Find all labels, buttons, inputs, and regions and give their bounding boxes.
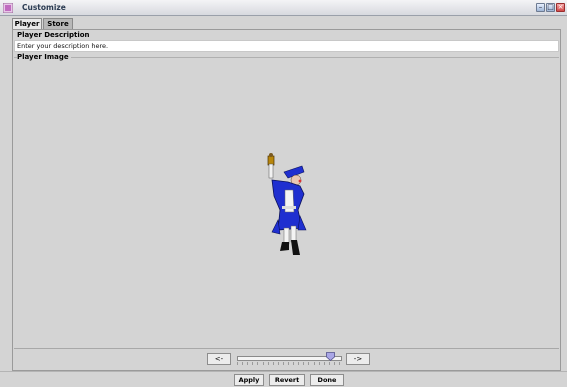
slider-ticks [237, 362, 340, 365]
slider-tick [293, 362, 294, 365]
slider-tick [278, 362, 279, 365]
image-slider[interactable] [237, 352, 342, 366]
previous-button[interactable]: <- [207, 353, 231, 365]
slider-tick [268, 362, 269, 365]
slider-tick [283, 362, 284, 365]
close-icon: × [557, 3, 564, 11]
maximize-icon: □ [547, 3, 554, 11]
window-title: Customize [22, 3, 66, 12]
slider-tick [324, 362, 325, 365]
tab-store[interactable]: Store [43, 18, 73, 29]
close-button[interactable]: × [556, 3, 565, 12]
tab-player[interactable]: Player [12, 18, 42, 29]
slider-thumb[interactable] [326, 352, 336, 361]
slider-tick [252, 362, 253, 365]
slider-tick [303, 362, 304, 365]
player-description-text: Enter your description here. [17, 42, 109, 50]
slider-tick [329, 362, 330, 365]
slider-tick [257, 362, 258, 365]
slider-tick [298, 362, 299, 365]
minimize-icon: – [538, 3, 543, 11]
slider-tick [273, 362, 274, 365]
slider-tick [319, 362, 320, 365]
app-icon [3, 3, 13, 13]
next-label: -> [353, 355, 363, 363]
minimize-button[interactable]: – [536, 3, 545, 12]
player-image-label: Player Image [17, 53, 71, 61]
previous-label: <- [214, 355, 224, 363]
revert-button[interactable]: Revert [269, 374, 305, 386]
revert-label: Revert [274, 376, 300, 384]
player-image [267, 153, 307, 255]
slider-tick [263, 362, 264, 365]
player-description-field[interactable]: Enter your description here. [14, 40, 559, 52]
tab-store-label: Store [47, 20, 69, 28]
apply-button[interactable]: Apply [234, 374, 264, 386]
slider-tick [308, 362, 309, 365]
done-label: Done [317, 376, 337, 384]
done-button[interactable]: Done [310, 374, 344, 386]
apply-label: Apply [238, 376, 260, 384]
slider-tick [339, 362, 340, 365]
slider-tick [242, 362, 243, 365]
slider-tick [314, 362, 315, 365]
maximize-button[interactable]: □ [546, 3, 555, 12]
image-divider [14, 348, 559, 349]
player-description-label: Player Description [17, 31, 90, 39]
footer-divider [0, 371, 567, 372]
slider-tick [237, 362, 238, 365]
tab-player-label: Player [14, 20, 40, 28]
next-button[interactable]: -> [346, 353, 370, 365]
slider-tick [334, 362, 335, 365]
slider-tick [288, 362, 289, 365]
slider-tick [247, 362, 248, 365]
window-title-bar[interactable]: Customize – □ × [0, 0, 567, 16]
